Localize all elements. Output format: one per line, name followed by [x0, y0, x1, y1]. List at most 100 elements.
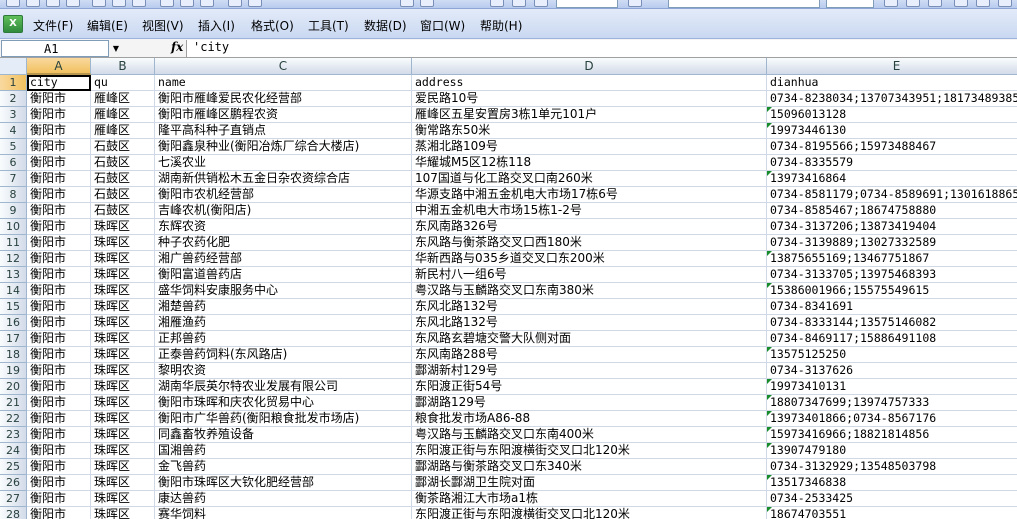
cell-dianhua[interactable]: 0734-8195566;15973488467	[767, 139, 1017, 155]
cell-city[interactable]: 衡阳市	[27, 427, 91, 443]
cell-name[interactable]: 七溪农业	[155, 155, 412, 171]
column-header-c[interactable]: C	[155, 58, 412, 75]
cell-qu[interactable]: 雁峰区	[91, 91, 155, 107]
cell-qu[interactable]: 石鼓区	[91, 187, 155, 203]
row-header[interactable]: 3	[0, 107, 27, 123]
autosum-icon[interactable]	[420, 0, 434, 7]
align-left-icon[interactable]	[954, 0, 968, 7]
cell-dianhua[interactable]: 0734-3133705;13975468393	[767, 267, 1017, 283]
cell-name[interactable]: 衡阳市雁峰爱民农化经营部	[155, 91, 412, 107]
cell-city[interactable]: 衡阳市	[27, 491, 91, 507]
hyperlink-icon[interactable]	[400, 0, 414, 7]
cell-name[interactable]: 衡阳市珠晖区大钦化肥经营部	[155, 475, 412, 491]
cell-city[interactable]: 衡阳市	[27, 155, 91, 171]
menu-tools[interactable]: 工具(T)	[308, 17, 349, 34]
row-header[interactable]: 8	[0, 187, 27, 203]
column-header-a[interactable]: A	[27, 58, 91, 75]
cell-name[interactable]: 金飞兽药	[155, 459, 412, 475]
select-all-corner[interactable]	[0, 58, 27, 75]
cell-dianhua[interactable]: 0734-3137206;13873419404	[767, 219, 1017, 235]
cell-dianhua[interactable]: 15096013128	[767, 107, 1017, 123]
row-header[interactable]: 9	[0, 203, 27, 219]
cell-address[interactable]: 酃湖长酃湖卫生院对面	[412, 475, 767, 491]
row-header[interactable]: 13	[0, 267, 27, 283]
font-size-box[interactable]	[826, 0, 874, 8]
cell-city[interactable]: 衡阳市	[27, 235, 91, 251]
cell-dianhua[interactable]: 18807347699;13974757333	[767, 395, 1017, 411]
cell-name[interactable]: 吉峰农机(衡阳店)	[155, 203, 412, 219]
cell-address[interactable]: 粮食批发市场A86-88	[412, 411, 767, 427]
row-header[interactable]: 20	[0, 379, 27, 395]
cell-qu[interactable]: 雁峰区	[91, 107, 155, 123]
cell-qu[interactable]: 珠晖区	[91, 443, 155, 459]
name-box-dropdown-icon[interactable]: ▼	[110, 40, 122, 57]
cell-name[interactable]: 同鑫畜牧养殖设备	[155, 427, 412, 443]
row-header[interactable]: 19	[0, 363, 27, 379]
cell-name[interactable]: 湘广兽药经营部	[155, 251, 412, 267]
help-icon[interactable]	[628, 0, 642, 7]
bold-icon[interactable]	[884, 0, 898, 7]
cell-qu[interactable]: qu	[91, 75, 155, 91]
row-header[interactable]: 16	[0, 315, 27, 331]
cell-address[interactable]: 东风北路132号	[412, 299, 767, 315]
cell-dianhua[interactable]: 0734-3132929;13548503798	[767, 459, 1017, 475]
cell-city[interactable]: 衡阳市	[27, 299, 91, 315]
cell-name[interactable]: 湘楚兽药	[155, 299, 412, 315]
cell-name[interactable]: 东辉农资	[155, 219, 412, 235]
cell-dianhua[interactable]: 0734-3139889;13027332589	[767, 235, 1017, 251]
cell-city[interactable]: 衡阳市	[27, 267, 91, 283]
cell-name[interactable]: 衡阳市雁峰区鹏程农资	[155, 107, 412, 123]
menu-insert[interactable]: 插入(I)	[198, 17, 235, 34]
cell-city[interactable]: 衡阳市	[27, 171, 91, 187]
cell-address[interactable]: 东阳渡正街54号	[412, 379, 767, 395]
cell-dianhua[interactable]: 19973410131	[767, 379, 1017, 395]
menu-file[interactable]: 文件(F)	[33, 17, 73, 34]
cell-name[interactable]: 衡阳富道兽药店	[155, 267, 412, 283]
cell-qu[interactable]: 珠晖区	[91, 315, 155, 331]
cell-city[interactable]: 衡阳市	[27, 123, 91, 139]
drawing-icon[interactable]	[534, 0, 548, 7]
cell-city[interactable]: 衡阳市	[27, 347, 91, 363]
menu-format[interactable]: 格式(O)	[251, 17, 294, 34]
cell-address[interactable]: 爱民路10号	[412, 91, 767, 107]
preview-icon[interactable]	[112, 0, 126, 7]
cell-name[interactable]: 种子农药化肥	[155, 235, 412, 251]
row-header[interactable]: 5	[0, 139, 27, 155]
cell-address[interactable]: 粤汉路与玉麟路交叉口东南400米	[412, 427, 767, 443]
cell-address[interactable]: 雁峰区五星安置房3栋1单元101户	[412, 107, 767, 123]
cell-name[interactable]: 正泰兽药饲料(东风路店)	[155, 347, 412, 363]
cell-qu[interactable]: 石鼓区	[91, 203, 155, 219]
row-header[interactable]: 1	[0, 75, 27, 91]
cell-qu[interactable]: 珠晖区	[91, 331, 155, 347]
insert-function-icon[interactable]: fx	[171, 40, 183, 54]
copy-icon[interactable]	[180, 0, 194, 7]
cell-qu[interactable]: 珠晖区	[91, 283, 155, 299]
row-header[interactable]: 26	[0, 475, 27, 491]
cell-address[interactable]: 东风路与衡茶路交叉口西180米	[412, 235, 767, 251]
cell-city[interactable]: 衡阳市	[27, 107, 91, 123]
cell-qu[interactable]: 珠晖区	[91, 347, 155, 363]
cell-dianhua[interactable]: 0734-8335579	[767, 155, 1017, 171]
cell-city[interactable]: 衡阳市	[27, 395, 91, 411]
row-header[interactable]: 4	[0, 123, 27, 139]
cell-qu[interactable]: 珠晖区	[91, 507, 155, 519]
row-header[interactable]: 18	[0, 347, 27, 363]
cell-qu[interactable]: 珠晖区	[91, 267, 155, 283]
cell-qu[interactable]: 珠晖区	[91, 299, 155, 315]
font-name-box[interactable]	[668, 0, 820, 8]
cell-address[interactable]: 东阳渡正街与东阳渡横街交叉口北120米	[412, 443, 767, 459]
chart-icon[interactable]	[512, 0, 526, 7]
undo-icon[interactable]	[228, 0, 242, 7]
cell-name[interactable]: 衡阳市珠晖和庆农化贸易中心	[155, 395, 412, 411]
cell-address[interactable]: 东风南路326号	[412, 219, 767, 235]
cell-dianhua[interactable]: 19973446130	[767, 123, 1017, 139]
underline-icon[interactable]	[928, 0, 942, 7]
cell-name[interactable]: 康达兽药	[155, 491, 412, 507]
cell-dianhua[interactable]: 13907479180	[767, 443, 1017, 459]
cell-dianhua[interactable]: 13973416864	[767, 171, 1017, 187]
cell-dianhua[interactable]: 0734-8585467;18674758880	[767, 203, 1017, 219]
cell-address[interactable]: 107国道与化工路交叉口南260米	[412, 171, 767, 187]
formula-input[interactable]: 'city	[186, 40, 1017, 57]
menu-help[interactable]: 帮助(H)	[480, 17, 522, 34]
cell-name[interactable]: 黎明农资	[155, 363, 412, 379]
